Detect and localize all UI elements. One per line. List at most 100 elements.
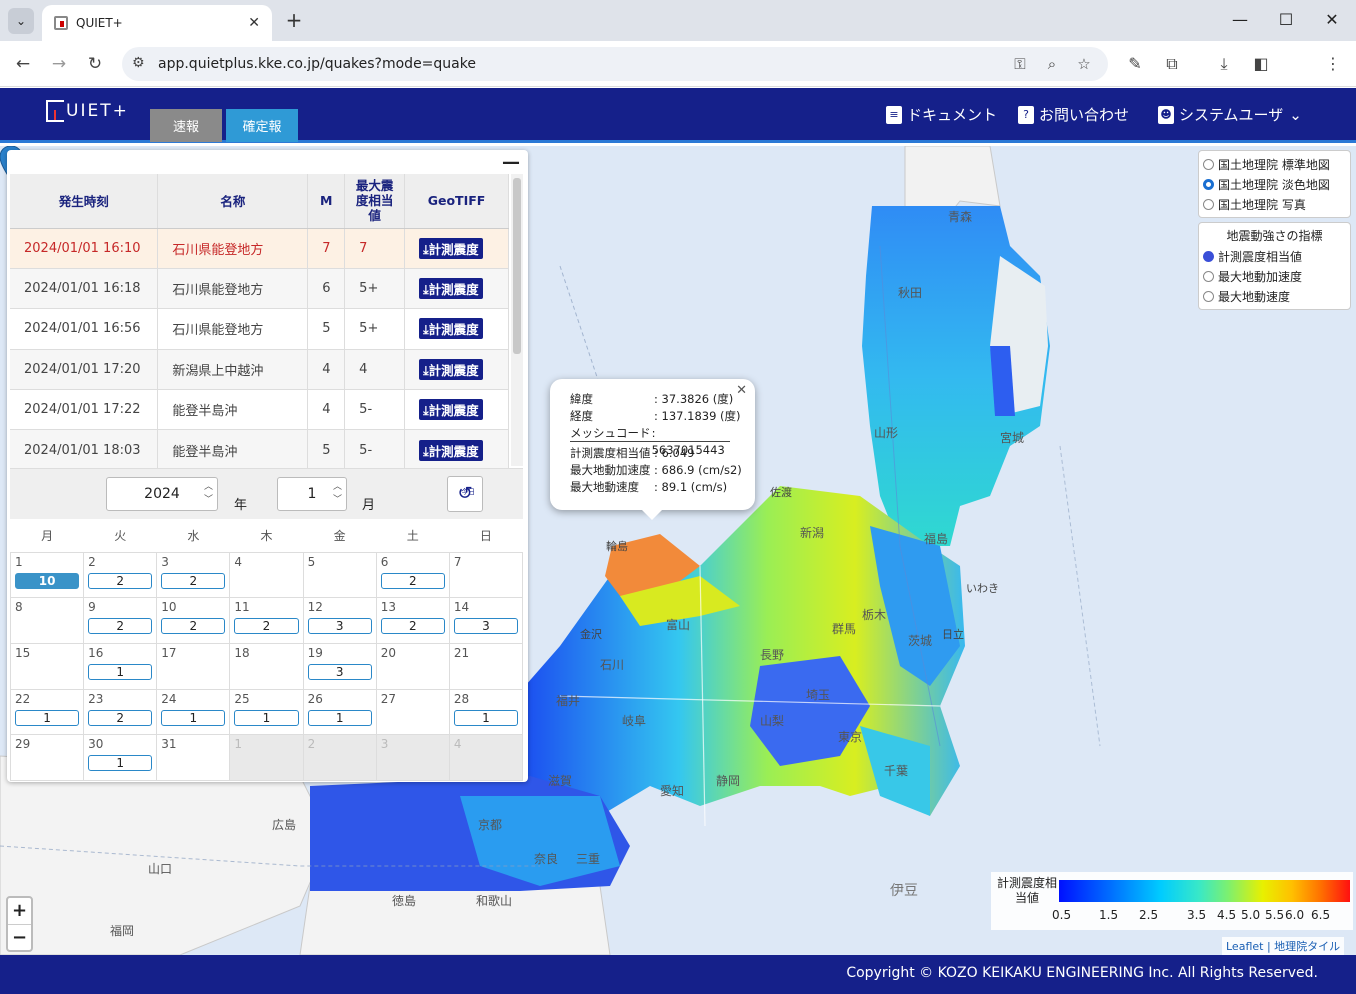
- forward-icon[interactable]: →: [47, 52, 71, 76]
- calendar-day[interactable]: 1: [229, 734, 304, 781]
- quake-count-badge[interactable]: 3: [307, 663, 372, 680]
- col-header-time[interactable]: 発生時刻: [10, 174, 159, 229]
- minimize-panel-icon[interactable]: —: [502, 152, 520, 173]
- side-panel-icon[interactable]: ◧: [1250, 54, 1272, 73]
- calendar-day[interactable]: 2: [302, 734, 377, 781]
- calendar-day[interactable]: 4: [448, 734, 524, 781]
- calendar-day[interactable]: 26 1: [302, 688, 377, 736]
- popup-close-icon[interactable]: ✕: [736, 383, 747, 398]
- radio-checked-icon[interactable]: [1203, 178, 1214, 190]
- geotiff-download-button[interactable]: ⤓計測震度: [419, 399, 483, 421]
- back-icon[interactable]: ←: [11, 52, 35, 76]
- index-option-pgv[interactable]: 最大地動速度: [1203, 286, 1346, 306]
- calendar-day[interactable]: 20: [375, 642, 450, 690]
- table-row[interactable]: 2024/01/01 16:10 石川県能登地方 7 7 ⤓計測震度: [10, 228, 509, 269]
- gsi-tile-link[interactable]: 地理院タイル: [1274, 940, 1340, 953]
- calendar-day[interactable]: 16 1: [83, 642, 158, 690]
- calendar-day[interactable]: 12 3: [302, 597, 377, 644]
- quake-count-badge[interactable]: 2: [161, 618, 226, 635]
- calendar-day[interactable]: 21: [448, 642, 524, 690]
- tab-kakuteiho[interactable]: 確定報: [226, 109, 298, 142]
- table-row[interactable]: 2024/01/01 18:03 能登半島沖 5 5- ⤓計測震度: [10, 429, 509, 471]
- calendar-day[interactable]: 15: [9, 642, 85, 690]
- browser-tab[interactable]: QUIET+ ✕: [42, 5, 272, 41]
- quake-count-badge[interactable]: 2: [234, 618, 299, 635]
- quake-count-badge[interactable]: 2: [88, 618, 153, 635]
- calendar-day[interactable]: 25 1: [229, 688, 304, 736]
- calendar-day[interactable]: 11 2: [229, 597, 304, 644]
- new-tab-icon[interactable]: +: [282, 8, 306, 32]
- year-stepper[interactable]: 2024 ︿ ﹀: [106, 477, 218, 511]
- col-header-max-intensity[interactable]: 最大震度相当値: [344, 174, 406, 229]
- col-header-geotiff[interactable]: GeoTIFF: [404, 174, 509, 229]
- calendar-day[interactable]: 22: [83, 551, 158, 599]
- table-row[interactable]: 2024/01/01 17:22 能登半島沖 4 5- ⤓計測震度: [10, 389, 509, 431]
- quake-count-badge[interactable]: 2: [380, 572, 445, 589]
- zoom-out-icon[interactable]: −: [8, 924, 31, 950]
- quake-count-badge[interactable]: 2: [380, 618, 445, 635]
- index-option-intensity[interactable]: 計測震度相当値: [1203, 246, 1346, 266]
- quake-count-badge[interactable]: 1: [307, 709, 372, 726]
- tab-search-icon[interactable]: ⌄: [8, 8, 34, 34]
- quake-count-badge[interactable]: 1: [88, 663, 153, 680]
- calendar-day[interactable]: 13 2: [375, 597, 450, 644]
- stepper-arrows-icon[interactable]: ︿ ﹀: [204, 481, 213, 507]
- calendar-day[interactable]: 31: [156, 734, 231, 781]
- radio-icon[interactable]: [1203, 198, 1214, 210]
- calendar-day[interactable]: 4: [229, 551, 304, 599]
- zoom-in-icon[interactable]: +: [8, 898, 31, 924]
- leaflet-link[interactable]: Leaflet: [1226, 940, 1263, 953]
- minimize-window-icon[interactable]: —: [1228, 10, 1252, 29]
- calendar-day[interactable]: 24 1: [156, 688, 231, 736]
- stepper-arrows-icon[interactable]: ︿ ﹀: [333, 481, 342, 507]
- tab-sokuho[interactable]: 速報: [150, 109, 222, 142]
- calendar-day[interactable]: 23 2: [83, 688, 158, 736]
- maximize-window-icon[interactable]: ☐: [1274, 10, 1298, 29]
- quake-count-badge[interactable]: 3: [307, 618, 372, 635]
- documents-link[interactable]: ≡ ドキュメント: [886, 104, 997, 125]
- col-header-name[interactable]: 名称: [157, 174, 309, 229]
- calendar-day[interactable]: 32: [156, 551, 231, 599]
- quake-count-badge[interactable]: 3: [453, 618, 518, 635]
- site-info-icon[interactable]: ⚙: [132, 55, 145, 71]
- calendar-day[interactable]: 18: [229, 642, 304, 690]
- basemap-option-photo[interactable]: 国土地理院 写真: [1203, 194, 1346, 214]
- geotiff-download-button[interactable]: ⤓計測震度: [419, 358, 483, 380]
- calendar-day[interactable]: 14 3: [448, 597, 524, 644]
- calendar-day[interactable]: 29: [9, 734, 85, 781]
- pen-extension-icon[interactable]: ✎: [1124, 54, 1146, 73]
- quiet-plus-logo[interactable]: UIET+: [46, 100, 129, 122]
- calendar-day[interactable]: 8: [9, 597, 85, 644]
- quake-count-badge[interactable]: 1: [161, 709, 226, 726]
- calendar-day[interactable]: 92: [83, 597, 158, 644]
- calendar-day[interactable]: 5: [302, 551, 377, 599]
- calendar-day[interactable]: 1 10: [9, 551, 85, 599]
- month-stepper[interactable]: 1 ︿ ﹀: [277, 477, 347, 511]
- close-window-icon[interactable]: ✕: [1320, 10, 1344, 29]
- basemap-option-pale[interactable]: 国土地理院 淡色地図: [1203, 174, 1346, 194]
- calendar-day[interactable]: 7: [448, 551, 524, 599]
- quake-count-badge[interactable]: 1: [234, 709, 299, 726]
- close-tab-icon[interactable]: ✕: [248, 15, 260, 31]
- geotiff-download-button[interactable]: ⤓計測震度: [419, 318, 483, 340]
- geotiff-download-button[interactable]: ⤓計測震度: [419, 439, 483, 461]
- password-key-icon[interactable]: ⚿: [1010, 55, 1030, 73]
- table-row[interactable]: 2024/01/01 16:18 石川県能登地方 6 5+ ⤓計測震度: [10, 268, 509, 310]
- table-scrollbar-thumb[interactable]: [513, 178, 521, 354]
- browser-menu-icon[interactable]: ⋮: [1322, 54, 1344, 73]
- calendar-day[interactable]: 27: [375, 688, 450, 736]
- quake-count-badge[interactable]: 1: [88, 755, 153, 772]
- index-option-pga[interactable]: 最大地動加速度: [1203, 266, 1346, 286]
- reload-icon[interactable]: ↻: [83, 52, 107, 76]
- calendar-day[interactable]: 28 1: [448, 688, 524, 736]
- quake-count-badge[interactable]: 2: [161, 572, 226, 589]
- today-button[interactable]: ↺ 今日: [447, 476, 483, 512]
- contact-link[interactable]: ? お問い合わせ: [1018, 104, 1129, 125]
- user-menu[interactable]: ☻ システムユーザ ⌄: [1158, 104, 1302, 125]
- radio-checked-icon[interactable]: [1203, 250, 1214, 262]
- col-header-m[interactable]: M: [307, 174, 346, 229]
- calendar-day[interactable]: 22 1: [9, 688, 85, 736]
- bookmark-star-icon[interactable]: ☆: [1074, 55, 1094, 73]
- calendar-day[interactable]: 30 1: [83, 734, 158, 781]
- calendar-day[interactable]: 62: [375, 551, 450, 599]
